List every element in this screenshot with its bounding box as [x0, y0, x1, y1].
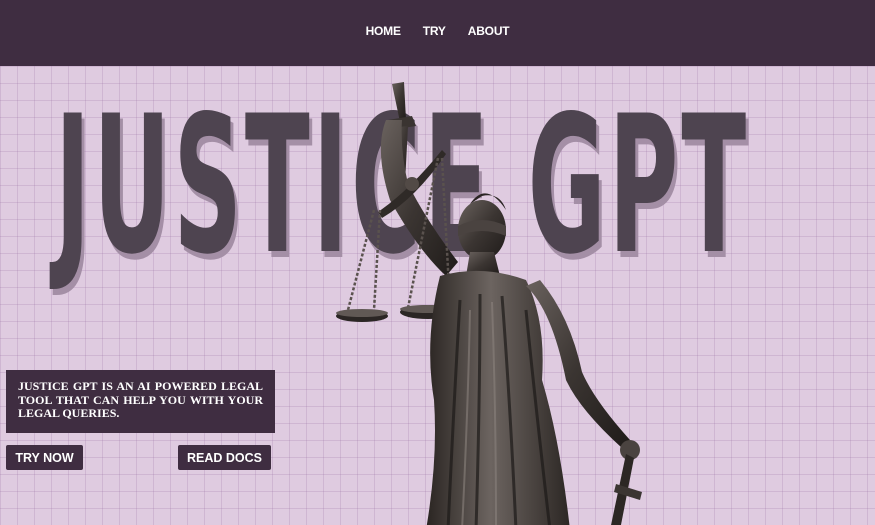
- nav-try-link[interactable]: TRY: [423, 24, 446, 38]
- hero-section: JUSTICE GPT JUSTICE GPT IS AN AI POWERED…: [0, 66, 875, 525]
- try-now-button[interactable]: TRY NOW: [6, 445, 83, 470]
- nav-about-link[interactable]: ABOUT: [468, 24, 510, 38]
- nav-home-link[interactable]: HOME: [366, 24, 401, 38]
- description-box: JUSTICE GPT IS AN AI POWERED LEGAL TOOL …: [6, 370, 275, 433]
- read-docs-button[interactable]: READ DOCS: [178, 445, 271, 470]
- lady-justice-statue-image: [336, 82, 642, 525]
- navbar: HOME TRY ABOUT: [0, 0, 875, 66]
- description-text: JUSTICE GPT IS AN AI POWERED LEGAL TOOL …: [18, 379, 263, 420]
- nav-links: HOME TRY ABOUT: [0, 24, 875, 38]
